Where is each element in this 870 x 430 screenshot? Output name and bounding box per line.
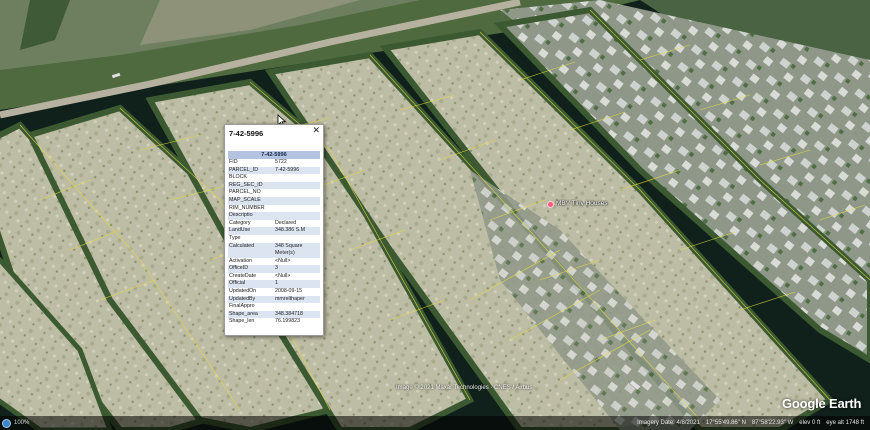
attribute-value [274, 174, 320, 182]
attribute-key: Category [229, 219, 251, 226]
attribute-row: PARCEL_ID 7-42-5996 [228, 166, 320, 175]
attribute-value: 7-42-5996 [274, 166, 320, 175]
attribute-key: MAP_SCALE [228, 196, 274, 205]
popup-title: 7-42-5996 [229, 129, 264, 138]
map-viewer[interactable]: MBV Tiny Houses 7-42-5996 ✕ 7-42-5996 FI… [0, 0, 870, 430]
attribute-key: RIM_NUMBER [229, 204, 265, 211]
attribute-value: 1 [274, 280, 320, 288]
attribute-row: FID 5722 [228, 159, 320, 167]
attribute-key: CreateDate [229, 272, 257, 279]
attribute-value [274, 196, 320, 205]
imagery-credit: Image © 2021 Maxar Technologies · CNES /… [396, 385, 533, 391]
attribute-row: BLOCK [228, 174, 320, 182]
google-earth-logo: Google Earth [782, 396, 862, 411]
attribute-row: UpdatedOn 2008-09-15 [228, 288, 320, 296]
attribute-key: PARCEL_ID [228, 166, 274, 175]
attribute-table-header: 7-42-5996 [228, 151, 320, 159]
attribute-table: 7-42-5996 FID 5722 PARCEL_ID 7-42-5996 BLOCK… [228, 151, 320, 326]
attribute-value: 2008-09-15 [275, 287, 303, 294]
attribute-value [274, 189, 320, 197]
attribute-key: PARCEL_NO [229, 189, 261, 196]
attribute-row: LandUse 348.386 S.M [228, 227, 320, 235]
longitude-readout: 87°58'22.93" W [751, 420, 794, 426]
elevation-readout: elev 0 ft [799, 420, 821, 426]
attribute-row: CreateDate <Null> [228, 273, 320, 281]
attribute-key: UpdatedBy [228, 295, 274, 304]
latitude-readout: 17°55'49.86" N [705, 420, 746, 426]
attribute-key: Descriptio [228, 212, 274, 220]
attribute-row: Calculated 348 Square Meter(s) [228, 242, 320, 258]
attribute-value [274, 235, 320, 243]
attribute-value: 76.199823 [275, 318, 301, 325]
imagery-date: Imagery Date: 4/8/2021 [637, 420, 700, 426]
attribute-row: Category Declared [228, 220, 320, 228]
attribute-value: 3 [274, 265, 320, 273]
attribute-key: UpdatedOn [229, 287, 257, 294]
eye-altitude-readout: eye alt 1748 ft [826, 420, 864, 426]
attribute-key: Type [229, 234, 241, 241]
attribute-row: Shape_len 76.199823 [228, 318, 320, 326]
attribute-row: FinalAppro [228, 303, 320, 311]
attribute-row: OfficeID 3 [228, 265, 320, 273]
satellite-map[interactable] [0, 0, 870, 430]
attribute-row: MAP_SCALE [228, 196, 320, 205]
attribute-row: Type [228, 235, 320, 243]
attribute-row: Activation <Null> [228, 258, 320, 266]
attribute-row: REG_SEC_ID [228, 181, 320, 190]
attribute-row: UpdatedBy mmrelthaper [228, 295, 320, 304]
close-icon[interactable]: ✕ [312, 126, 320, 136]
attribute-value: 5722 [275, 159, 287, 165]
globe-icon [2, 418, 11, 428]
attribute-key: Official [228, 280, 274, 288]
attribute-value: <Null> [275, 257, 291, 264]
attribute-value [274, 303, 320, 311]
stream-progress: 100% [14, 420, 30, 426]
location-pin-icon[interactable] [547, 201, 554, 208]
attribute-key: Shape_area [228, 310, 274, 319]
attribute-value: Declared [275, 219, 297, 226]
place-label[interactable]: MBV Tiny Houses [556, 200, 608, 207]
attribute-key: Activation [229, 257, 252, 264]
attribute-row: Descriptio [228, 212, 320, 220]
attribute-key: BLOCK [229, 174, 247, 181]
status-bar: 100% Imagery Date: 4/8/2021 17°55'49.86"… [0, 416, 870, 430]
attribute-value: mmrelthaper [274, 295, 320, 304]
attribute-value [274, 181, 320, 190]
attribute-row: PARCEL_NO [228, 189, 320, 197]
attribute-key: FID [229, 159, 238, 165]
attribute-row: RIM_NUMBER [228, 205, 320, 213]
attribute-key: REG_SEC_ID [228, 181, 274, 190]
attribute-row: Shape_area 348.384718 [228, 310, 320, 319]
attribute-value: <Null> [275, 272, 291, 279]
attribute-key: LandUse [228, 227, 274, 235]
attribute-value: 348 Square Meter(s) [274, 242, 320, 258]
attribute-value: 348.386 S.M [274, 227, 320, 235]
attribute-key: FinalAppro [229, 303, 255, 310]
attribute-rows: FID 5722 PARCEL_ID 7-42-5996 BLOCK REG_SEC_ID… [228, 159, 320, 326]
parcel-info-popup[interactable]: 7-42-5996 ✕ 7-42-5996 FID 5722 PARCEL_ID 7-… [224, 124, 324, 336]
attribute-value [274, 212, 320, 220]
attribute-row: Official 1 [228, 280, 320, 288]
attribute-value [274, 205, 320, 213]
attribute-key: OfficeID [228, 265, 274, 273]
attribute-key: Calculated [228, 242, 274, 258]
attribute-key: Shape_len [229, 318, 255, 325]
attribute-value: 348.384718 [274, 310, 320, 319]
